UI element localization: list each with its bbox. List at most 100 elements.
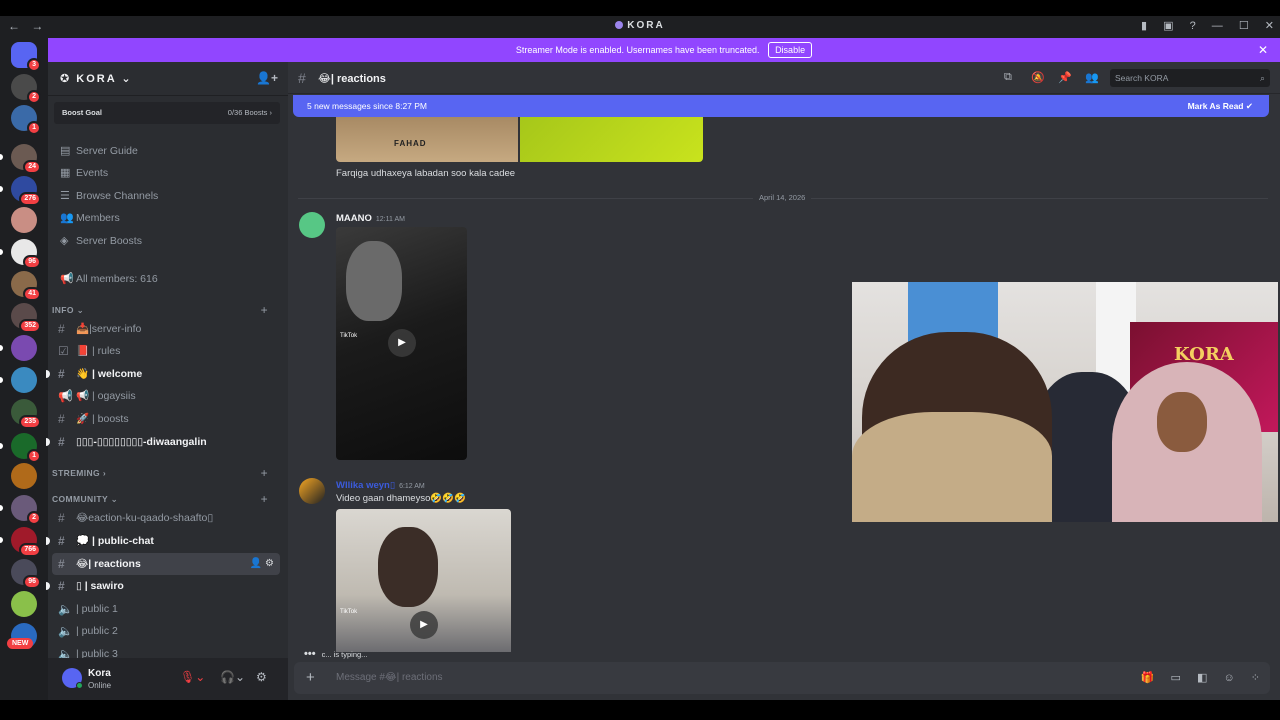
avatar[interactable]	[299, 478, 325, 504]
channel-welcome[interactable]: # 👋 | welcome	[46, 363, 280, 385]
server-icon[interactable]	[0, 367, 37, 393]
server-icon[interactable]: 24	[0, 144, 41, 174]
message-image-1[interactable]: FAHAD	[336, 117, 518, 162]
message-input[interactable]: Message #😂| reactions	[336, 672, 443, 683]
apps-icon[interactable]: ⁘	[1251, 672, 1260, 684]
member-list-icon[interactable]: 👥	[1085, 71, 1099, 84]
server-icon[interactable]	[11, 591, 37, 617]
help-icon[interactable]: ?	[1190, 20, 1196, 32]
attach-plus-icon[interactable]: +	[306, 669, 315, 686]
nav-label: Server Boosts	[76, 235, 142, 247]
server-icon[interactable]: 766	[0, 527, 41, 557]
server-icon[interactable]: 235	[11, 399, 41, 429]
nav-all-members[interactable]: 📢 All members: 616	[54, 268, 282, 290]
server-icon[interactable]: 276	[0, 176, 41, 206]
channel-header: # 😂| reactions ⧉ 🔕 📌 👥 Search KORA ⌕	[288, 62, 1280, 94]
typing-text: c... is typing...	[321, 650, 368, 659]
channel-boosts[interactable]: # 🚀 | boosts	[52, 408, 280, 430]
server-icon[interactable]: 96	[0, 239, 41, 269]
new-badge[interactable]: NEW	[7, 638, 34, 649]
boost-goal[interactable]: Boost Goal 0/36 Boosts ›	[54, 102, 280, 124]
server-icon[interactable]: 41	[11, 271, 41, 301]
boost-goal-value: 0/36 Boosts	[227, 108, 268, 117]
channel-label: | public 1	[76, 603, 118, 615]
sticker-icon[interactable]: ◧	[1197, 672, 1207, 684]
channel-diwaangalin[interactable]: # ▯▯▯-▯▯▯▯▯▯▯▯-diwaangalin	[46, 431, 280, 453]
image-watermark: FAHAD	[394, 139, 427, 148]
minimize-icon[interactable]: —	[1212, 20, 1223, 32]
category-info[interactable]: INFO ⌄ +	[52, 303, 276, 317]
voice-public-2[interactable]: 🔈 | public 2	[52, 620, 280, 642]
nav-members[interactable]: 👥 Members	[54, 207, 282, 229]
user-settings-gear-icon[interactable]: ⚙	[256, 670, 267, 684]
invite-people-icon[interactable]: 👤+	[256, 71, 278, 85]
server-icon[interactable]: 2	[11, 74, 41, 104]
close-icon[interactable]: ✕	[1258, 38, 1268, 62]
message-timestamp: 6:12 AM	[399, 483, 425, 490]
disable-streamer-mode-button[interactable]: Disable	[768, 42, 813, 58]
channel-server-info[interactable]: # 📥|server-info	[52, 318, 280, 340]
nav-server-boosts[interactable]: ◈ Server Boosts	[54, 230, 282, 252]
nav-events[interactable]: ▦ Events	[54, 162, 282, 184]
voice-public-1[interactable]: 🔈 | public 1	[52, 598, 280, 620]
search-input[interactable]: Search KORA ⌕	[1110, 69, 1270, 87]
maximize-icon[interactable]: ☐	[1239, 20, 1249, 32]
webcam-overlay: KORA	[852, 282, 1278, 522]
add-channel-icon[interactable]: +	[261, 492, 268, 506]
channel-public-chat[interactable]: # 💭 | public-chat	[46, 530, 280, 552]
server-header[interactable]: ✪ KORA ⌄ 👤+	[48, 62, 288, 96]
server-icon[interactable]: 2	[0, 495, 41, 525]
server-icon[interactable]	[11, 207, 37, 233]
headphones-icon[interactable]: 🎧⌄	[220, 670, 245, 684]
author-name[interactable]: MAANO	[336, 213, 372, 224]
inbox-icon[interactable]: ▮	[1141, 20, 1147, 32]
nav-label: Members	[76, 212, 120, 224]
threads-icon[interactable]: ⧉	[1004, 71, 1012, 84]
gif-icon[interactable]: ▭	[1171, 672, 1181, 684]
nav-browse-channels[interactable]: ☰ Browse Channels	[54, 185, 282, 207]
announcement-icon: 📢	[58, 389, 73, 403]
mark-as-read-button[interactable]: Mark As Read ✔	[1188, 95, 1253, 117]
home-icon[interactable]: 3	[11, 42, 41, 72]
video-attachment-1[interactable]: TikTok ▶	[336, 227, 467, 460]
pin-icon[interactable]: 📌	[1058, 71, 1072, 84]
emoji-icon[interactable]: ☺	[1223, 672, 1234, 684]
notification-bell-muted-icon[interactable]: 🔕	[1031, 71, 1045, 84]
new-messages-bar[interactable]: 5 new messages since 8:27 PM Mark As Rea…	[293, 95, 1269, 117]
message-composer[interactable]: + Message #😂| reactions 🎁 ▭ ◧ ☺ ⁘	[294, 662, 1270, 694]
server-icon[interactable]: 1	[0, 433, 41, 463]
channel-sawiro[interactable]: # ▯ | sawiro	[46, 575, 280, 597]
boost-icon: ◈	[60, 235, 69, 247]
mention-badge: 352	[19, 319, 41, 333]
invite-icon[interactable]: 👤	[250, 558, 262, 569]
gift-icon[interactable]: 🎁	[1141, 672, 1155, 684]
category-community[interactable]: COMMUNITY ⌄ +	[52, 492, 276, 506]
message-timestamp: 12:11 AM	[375, 216, 405, 223]
avatar[interactable]	[299, 212, 325, 238]
play-icon[interactable]: ▶	[388, 329, 416, 357]
screen-icon[interactable]: ▣	[1163, 20, 1173, 32]
server-logo-icon: ✪	[60, 73, 77, 85]
mic-muted-icon[interactable]: 🎙⌄	[180, 670, 205, 684]
server-icon[interactable]	[0, 335, 37, 361]
nav-server-guide[interactable]: ▤ Server Guide	[54, 140, 282, 162]
hash-icon: #	[58, 557, 65, 571]
channel-reaction-ku-qaado[interactable]: # 😂eaction-ku-qaado-shaafto▯	[52, 507, 280, 529]
add-channel-icon[interactable]: +	[261, 466, 268, 480]
play-icon[interactable]: ▶	[410, 611, 438, 639]
server-icon[interactable]: 352	[11, 303, 41, 333]
channel-settings-gear-icon[interactable]: ⚙	[265, 558, 274, 569]
server-icon[interactable]: 96	[11, 559, 41, 589]
author-name[interactable]: Wllika weyn▯	[336, 480, 395, 491]
close-window-icon[interactable]: ✕	[1265, 20, 1274, 32]
channel-reactions[interactable]: # 😂| reactions 👤 ⚙	[52, 553, 280, 575]
server-icon[interactable]: 1	[11, 105, 41, 135]
server-icon[interactable]	[11, 463, 37, 489]
channel-ogaysiis[interactable]: 📢 📢 | ogaysiis	[52, 385, 280, 407]
category-streming[interactable]: STREMING › +	[52, 466, 276, 480]
channel-rules[interactable]: ☑ 📕 | rules	[52, 340, 280, 362]
message-image-2[interactable]	[520, 117, 703, 162]
add-channel-icon[interactable]: +	[261, 303, 268, 317]
video-attachment-2[interactable]: TikTok ▶	[336, 509, 511, 652]
message-author: MAANO 12:11 AM	[336, 213, 405, 224]
